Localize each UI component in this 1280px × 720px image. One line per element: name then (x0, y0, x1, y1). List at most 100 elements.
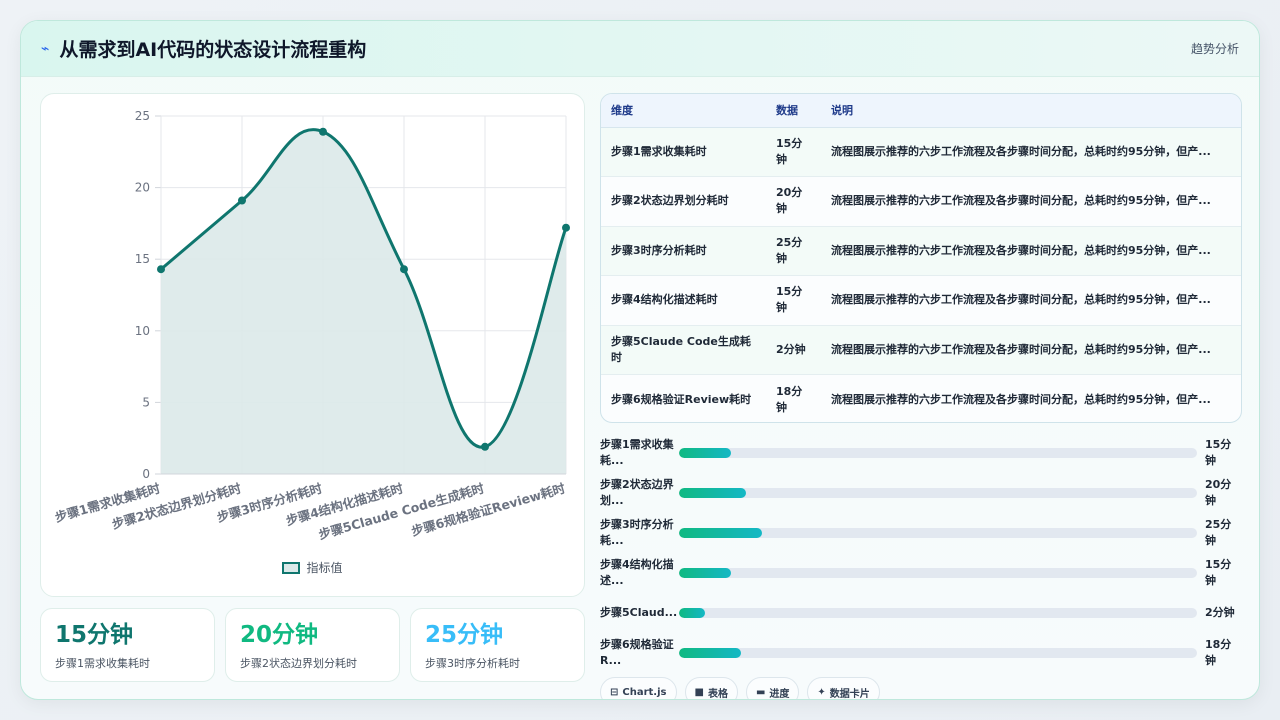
progress-label: 步骤3时序分析耗... (600, 518, 674, 547)
kpi-card: 25分钟 步骤3时序分析耗时 (410, 608, 585, 682)
progress-fill (679, 448, 731, 458)
header: ⌁ 从需求到AI代码的状态设计流程重构 趋势分析 (21, 21, 1259, 77)
table-row[interactable]: 步骤6规格验证Review耗时 18分钟 流程图展示推荐的六步工作流程及各步骤时间分… (601, 375, 1241, 423)
table-cell-note: 流程图展示推荐的六步工作流程及各步骤时间分配，总耗时约95分钟，但产... (821, 275, 1241, 326)
data-point (319, 127, 327, 136)
kpi-value: 20分钟 (240, 622, 319, 648)
progress-fill (679, 568, 731, 578)
table-row[interactable]: 步骤3时序分析耗时 25分钟 流程图展示推荐的六步工作流程及各步骤时间分配，总耗时约… (601, 226, 1241, 276)
lightning-icon: ⌁ (41, 40, 50, 57)
progress-list: 步骤1需求收集耗... 15分钟步骤2状态边界划... 20分钟步骤3时序分析耗..… (600, 433, 1245, 673)
table-cell-dimension: 步骤1需求收集耗时 (601, 127, 766, 177)
table-cell-data: 20分钟 (766, 176, 821, 227)
data-point (238, 196, 246, 205)
progress-value: 15分钟 (1205, 438, 1232, 467)
progress-label: 步骤6规格验证R... (600, 638, 674, 667)
tag-label: Chart.js (622, 686, 667, 698)
tag-progress[interactable]: ▬ 进度 (745, 677, 800, 700)
progress-label: 步骤5Claud... (600, 606, 678, 619)
progress-row: 步骤3时序分析耗... 25分钟 (600, 513, 1245, 553)
chart-legend[interactable]: 指标值 (41, 559, 584, 576)
table-cell-data: 18分钟 (776, 384, 803, 414)
y-tick-label: 5 (142, 395, 150, 409)
table-cell-data: 2分钟 (766, 325, 821, 375)
table-cell-dimension: 步骤5Claude Code生成耗时 (601, 325, 766, 375)
table-cell-dimension: 步骤2状态边界划分耗时 (601, 176, 766, 227)
table-row[interactable]: 步骤2状态边界划分耗时 20分钟 流程图展示推荐的六步工作流程及各步骤时间分配，总耗… (601, 176, 1241, 227)
progress-fill (679, 608, 705, 618)
progress-label: 步骤2状态边界划... (600, 478, 674, 507)
data-point (157, 265, 165, 274)
chart-icon: ⊟ (610, 686, 619, 698)
table-cell-note: 流程图展示推荐的六步工作流程及各步骤时间分配，总耗时约95分钟，但产... (821, 127, 1241, 177)
progress-track (679, 568, 1197, 578)
sparkle-icon: ✦ (817, 686, 826, 698)
progress-row: 步骤4结构化描述... 15分钟 (600, 553, 1245, 593)
progress-fill (679, 648, 742, 658)
data-point (562, 223, 570, 232)
y-tick-label: 0 (142, 467, 150, 481)
tag-chart[interactable]: ⊟ Chart.js (600, 677, 677, 699)
progress-value: 2分钟 (1205, 606, 1235, 619)
tag-label: 数据卡片 (829, 688, 870, 700)
progress-row: 步骤6规格验证R... 18分钟 (600, 633, 1245, 673)
kpi-card: 20分钟 步骤2状态边界划分耗时 (225, 608, 400, 682)
progress-track (679, 488, 1197, 498)
y-tick-label: 10 (135, 324, 150, 338)
table-row[interactable]: 步骤5Claude Code生成耗时 2分钟 流程图展示推荐的六步工作流程及各步骤时… (601, 325, 1241, 375)
progress-value: 20分钟 (1205, 478, 1232, 507)
progress-value: 18分钟 (1205, 638, 1232, 667)
table-header: 说明 (821, 94, 1241, 128)
table-header-row: 维度 数据 说明 (601, 94, 1241, 128)
tag-label: 表格 (707, 688, 728, 700)
area-chart: 0510152025步骤1需求收集耗时步骤2状态边界划分耗时步骤3时序分析耗时步… (53, 109, 570, 542)
table-cell-dimension: 步骤3时序分析耗时 (601, 226, 766, 276)
tag-label: 进度 (769, 688, 790, 700)
kpi-card: 15分钟 步骤1需求收集耗时 (40, 608, 215, 682)
progress-track (679, 528, 1197, 538)
app-window: ⌁ 从需求到AI代码的状态设计流程重构 趋势分析 0 5 10 15 20 25 步骤1需求… (20, 20, 1260, 700)
progress-track (679, 648, 1197, 658)
page-title: 从需求到AI代码的状态设计流程重构 (59, 39, 367, 61)
y-tick-label: 25 (135, 109, 150, 123)
y-tick-label: 15 (135, 252, 150, 266)
chart-card: 0 5 10 15 20 25 步骤1需求收集耗时 步骤2状态边界划分耗时 步骤3时序分析耗时步… (40, 93, 585, 597)
table-row[interactable]: 步骤4结构化描述耗时 15分钟 流程图展示推荐的六步工作流程及各步骤时间分配，总耗时… (601, 275, 1241, 326)
table-body: 步骤1需求收集耗时 15分钟 流程图展示推荐的六步工作流程及各步骤时间分配，总耗时约… (601, 127, 1241, 423)
legend-swatch (282, 561, 301, 574)
progress-label: 步骤1需求收集耗... (600, 438, 674, 467)
table-cell-data: 15分钟 (766, 127, 821, 177)
table-cell-note: 流程图展示推荐的六步工作流程及各步骤时间分配，总耗时约95分钟，但产... (821, 325, 1241, 375)
progress-row: 步骤1需求收集耗... 15分钟 (600, 433, 1245, 473)
table-cell-data: 25分钟 (766, 226, 821, 276)
progress-row: 步骤5Claud... 2分钟 (600, 593, 1245, 633)
data-point (481, 442, 489, 451)
table-cell-data: 15分钟 (766, 275, 821, 326)
tag-table[interactable]: ■ 表格 (684, 677, 738, 700)
kpi-label: 步骤3时序分析耗时 (425, 657, 520, 670)
progress-row: 步骤2状态边界划... 20分钟 (600, 473, 1245, 513)
table-cell-dimension: 步骤4结构化描述耗时 (601, 275, 766, 326)
kpi-label: 步骤1需求收集耗时 (55, 657, 150, 670)
data-table: 维度 数据 说明 步骤1需求收集耗时 15分钟 流程图展示推荐的六步工作流程及各步骤… (601, 94, 1241, 423)
y-tick-label: 20 (135, 181, 150, 195)
tag-sparkle[interactable]: ✦ 数据卡片 (807, 677, 880, 700)
title-wrap: ⌁ 从需求到AI代码的状态设计流程重构 (41, 35, 366, 62)
table-cell-note: 流程图展示推荐的六步工作流程及各步骤时间分配，总耗时约95分钟，但产... (821, 176, 1241, 227)
progress-track (679, 448, 1197, 458)
table-cell-dimension: 步骤6规格验证Review耗时 (611, 392, 752, 406)
progress-value: 25分钟 (1205, 518, 1232, 547)
legend-label: 指标值 (306, 561, 343, 575)
kpi-value: 25分钟 (425, 622, 504, 648)
table-cell-note: 流程图展示推荐的六步工作流程及各步骤时间分配，总耗时约95分钟，但产... (831, 392, 1211, 406)
progress-track (679, 608, 1197, 618)
progress-fill (679, 528, 762, 538)
trend-analysis-label[interactable]: 趋势分析 (1191, 40, 1239, 57)
table-header: 维度 (601, 94, 766, 128)
progress-icon: ▬ (755, 686, 766, 698)
kpi-value: 15分钟 (55, 622, 134, 648)
table-cell-note: 流程图展示推荐的六步工作流程及各步骤时间分配，总耗时约95分钟，但产... (821, 226, 1241, 276)
table-row[interactable]: 步骤1需求收集耗时 15分钟 流程图展示推荐的六步工作流程及各步骤时间分配，总耗时约… (601, 127, 1241, 177)
data-point (400, 265, 408, 274)
table-icon: ■ (694, 686, 704, 698)
